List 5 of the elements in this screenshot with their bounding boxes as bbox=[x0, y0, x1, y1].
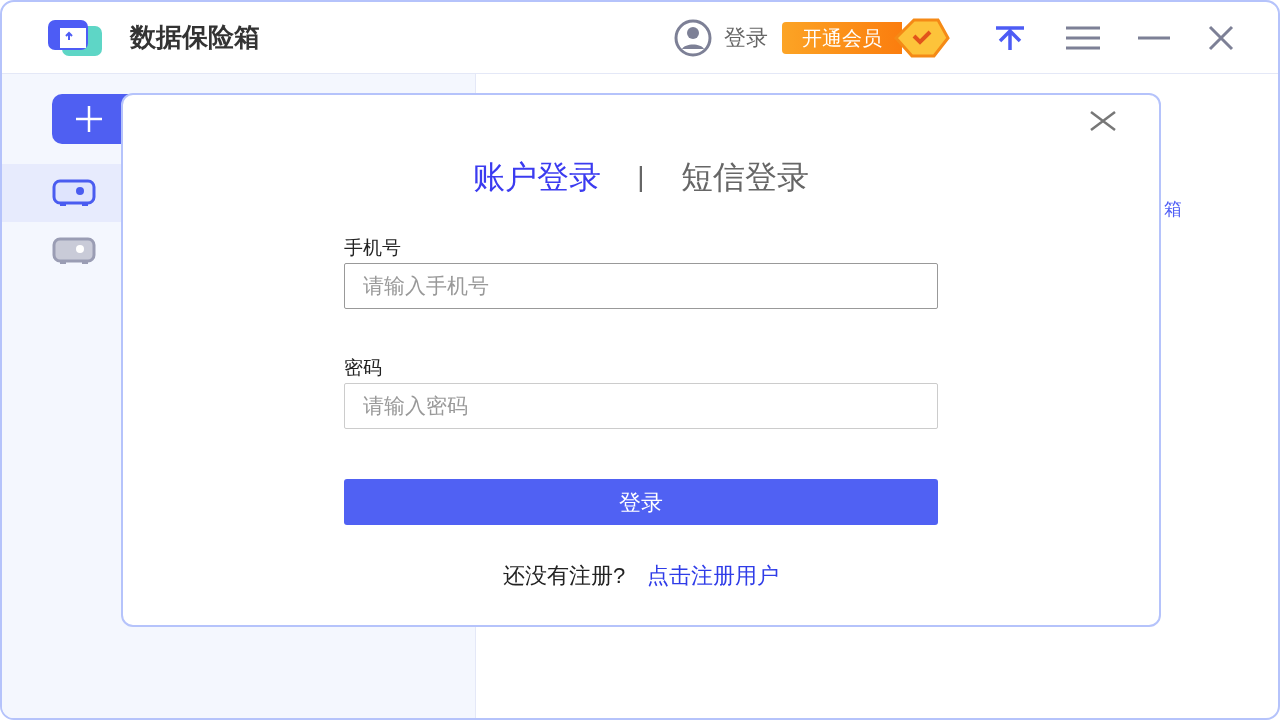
field-label: 密码 bbox=[344, 356, 383, 380]
app-title: 数据保险箱 bbox=[130, 21, 260, 54]
tab-separator: | bbox=[637, 160, 645, 194]
field-label: 手机号 bbox=[344, 236, 402, 260]
register-prompt: 还没有注册? bbox=[502, 562, 626, 590]
